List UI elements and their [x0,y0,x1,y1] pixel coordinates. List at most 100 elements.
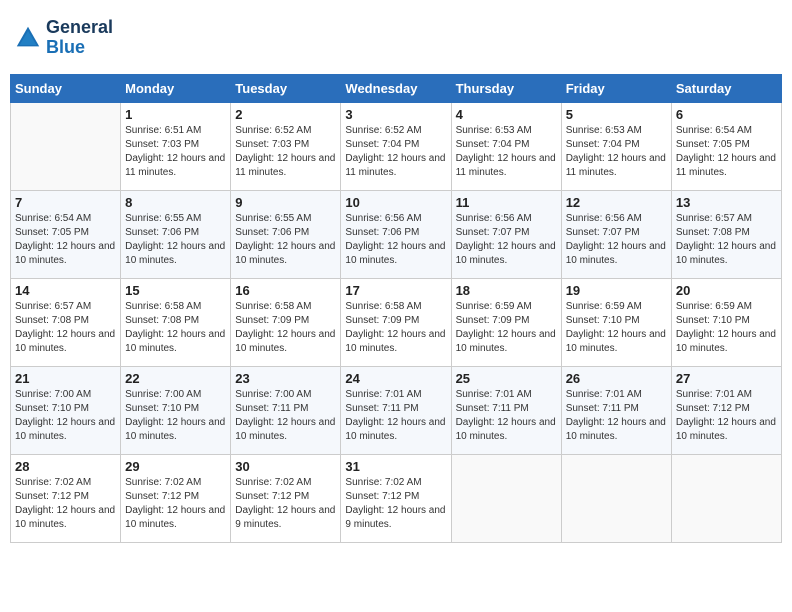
day-number: 31 [345,459,446,474]
calendar-cell: 18 Sunrise: 6:59 AM Sunset: 7:09 PM Dayl… [451,278,561,366]
calendar-cell: 26 Sunrise: 7:01 AM Sunset: 7:11 PM Dayl… [561,366,671,454]
calendar-cell: 13 Sunrise: 6:57 AM Sunset: 7:08 PM Dayl… [671,190,781,278]
calendar-week-1: 1 Sunrise: 6:51 AM Sunset: 7:03 PM Dayli… [11,102,782,190]
day-number: 27 [676,371,777,386]
calendar-cell: 1 Sunrise: 6:51 AM Sunset: 7:03 PM Dayli… [121,102,231,190]
calendar-cell: 27 Sunrise: 7:01 AM Sunset: 7:12 PM Dayl… [671,366,781,454]
calendar-cell: 22 Sunrise: 7:00 AM Sunset: 7:10 PM Dayl… [121,366,231,454]
day-info: Sunrise: 6:59 AM Sunset: 7:09 PM Dayligh… [456,300,557,356]
column-header-thursday: Thursday [451,74,561,102]
calendar-cell: 25 Sunrise: 7:01 AM Sunset: 7:11 PM Dayl… [451,366,561,454]
day-info: Sunrise: 7:01 AM Sunset: 7:11 PM Dayligh… [456,388,557,444]
day-number: 1 [125,107,226,122]
calendar-cell: 8 Sunrise: 6:55 AM Sunset: 7:06 PM Dayli… [121,190,231,278]
day-number: 14 [15,283,116,298]
day-info: Sunrise: 6:57 AM Sunset: 7:08 PM Dayligh… [15,300,116,356]
logo-text-line1: General [46,18,113,38]
logo-text-line2: Blue [46,38,113,58]
calendar-cell: 7 Sunrise: 6:54 AM Sunset: 7:05 PM Dayli… [11,190,121,278]
logo-icon [14,24,42,52]
day-number: 12 [566,195,667,210]
calendar-cell: 24 Sunrise: 7:01 AM Sunset: 7:11 PM Dayl… [341,366,451,454]
day-info: Sunrise: 6:53 AM Sunset: 7:04 PM Dayligh… [456,124,557,180]
day-info: Sunrise: 6:52 AM Sunset: 7:03 PM Dayligh… [235,124,336,180]
calendar-cell: 10 Sunrise: 6:56 AM Sunset: 7:06 PM Dayl… [341,190,451,278]
calendar-cell: 28 Sunrise: 7:02 AM Sunset: 7:12 PM Dayl… [11,454,121,542]
calendar-cell: 17 Sunrise: 6:58 AM Sunset: 7:09 PM Dayl… [341,278,451,366]
calendar-cell: 3 Sunrise: 6:52 AM Sunset: 7:04 PM Dayli… [341,102,451,190]
calendar-cell: 20 Sunrise: 6:59 AM Sunset: 7:10 PM Dayl… [671,278,781,366]
day-number: 3 [345,107,446,122]
page-header: General Blue [10,10,782,66]
day-info: Sunrise: 6:58 AM Sunset: 7:09 PM Dayligh… [345,300,446,356]
column-header-tuesday: Tuesday [231,74,341,102]
day-info: Sunrise: 7:01 AM Sunset: 7:11 PM Dayligh… [345,388,446,444]
calendar-header-row: SundayMondayTuesdayWednesdayThursdayFrid… [11,74,782,102]
day-number: 7 [15,195,116,210]
day-number: 26 [566,371,667,386]
day-number: 13 [676,195,777,210]
day-number: 19 [566,283,667,298]
day-info: Sunrise: 6:51 AM Sunset: 7:03 PM Dayligh… [125,124,226,180]
day-info: Sunrise: 7:02 AM Sunset: 7:12 PM Dayligh… [125,476,226,532]
column-header-saturday: Saturday [671,74,781,102]
day-number: 11 [456,195,557,210]
calendar-cell: 4 Sunrise: 6:53 AM Sunset: 7:04 PM Dayli… [451,102,561,190]
day-number: 20 [676,283,777,298]
day-number: 10 [345,195,446,210]
day-number: 18 [456,283,557,298]
calendar-cell: 15 Sunrise: 6:58 AM Sunset: 7:08 PM Dayl… [121,278,231,366]
calendar-cell: 21 Sunrise: 7:00 AM Sunset: 7:10 PM Dayl… [11,366,121,454]
column-header-monday: Monday [121,74,231,102]
calendar-week-3: 14 Sunrise: 6:57 AM Sunset: 7:08 PM Dayl… [11,278,782,366]
day-number: 24 [345,371,446,386]
day-number: 28 [15,459,116,474]
calendar-cell: 30 Sunrise: 7:02 AM Sunset: 7:12 PM Dayl… [231,454,341,542]
day-info: Sunrise: 6:56 AM Sunset: 7:07 PM Dayligh… [566,212,667,268]
day-info: Sunrise: 6:57 AM Sunset: 7:08 PM Dayligh… [676,212,777,268]
day-number: 17 [345,283,446,298]
day-info: Sunrise: 7:01 AM Sunset: 7:12 PM Dayligh… [676,388,777,444]
day-info: Sunrise: 6:56 AM Sunset: 7:06 PM Dayligh… [345,212,446,268]
calendar-cell: 29 Sunrise: 7:02 AM Sunset: 7:12 PM Dayl… [121,454,231,542]
calendar-cell: 9 Sunrise: 6:55 AM Sunset: 7:06 PM Dayli… [231,190,341,278]
day-number: 4 [456,107,557,122]
calendar-cell [561,454,671,542]
day-info: Sunrise: 7:02 AM Sunset: 7:12 PM Dayligh… [345,476,446,532]
calendar-cell: 19 Sunrise: 6:59 AM Sunset: 7:10 PM Dayl… [561,278,671,366]
day-info: Sunrise: 7:01 AM Sunset: 7:11 PM Dayligh… [566,388,667,444]
day-info: Sunrise: 6:59 AM Sunset: 7:10 PM Dayligh… [676,300,777,356]
calendar-cell [451,454,561,542]
logo: General Blue [14,18,113,58]
day-number: 16 [235,283,336,298]
calendar-cell: 11 Sunrise: 6:56 AM Sunset: 7:07 PM Dayl… [451,190,561,278]
day-info: Sunrise: 6:52 AM Sunset: 7:04 PM Dayligh… [345,124,446,180]
day-info: Sunrise: 7:02 AM Sunset: 7:12 PM Dayligh… [15,476,116,532]
day-info: Sunrise: 6:58 AM Sunset: 7:08 PM Dayligh… [125,300,226,356]
day-info: Sunrise: 7:00 AM Sunset: 7:10 PM Dayligh… [15,388,116,444]
calendar-cell: 12 Sunrise: 6:56 AM Sunset: 7:07 PM Dayl… [561,190,671,278]
calendar-cell [671,454,781,542]
day-info: Sunrise: 6:55 AM Sunset: 7:06 PM Dayligh… [125,212,226,268]
day-info: Sunrise: 7:02 AM Sunset: 7:12 PM Dayligh… [235,476,336,532]
day-info: Sunrise: 6:59 AM Sunset: 7:10 PM Dayligh… [566,300,667,356]
day-info: Sunrise: 6:55 AM Sunset: 7:06 PM Dayligh… [235,212,336,268]
column-header-wednesday: Wednesday [341,74,451,102]
day-info: Sunrise: 6:54 AM Sunset: 7:05 PM Dayligh… [15,212,116,268]
calendar-cell: 16 Sunrise: 6:58 AM Sunset: 7:09 PM Dayl… [231,278,341,366]
calendar-week-2: 7 Sunrise: 6:54 AM Sunset: 7:05 PM Dayli… [11,190,782,278]
day-number: 21 [15,371,116,386]
day-number: 29 [125,459,226,474]
day-info: Sunrise: 7:00 AM Sunset: 7:11 PM Dayligh… [235,388,336,444]
calendar-cell: 14 Sunrise: 6:57 AM Sunset: 7:08 PM Dayl… [11,278,121,366]
column-header-sunday: Sunday [11,74,121,102]
day-number: 9 [235,195,336,210]
calendar-cell: 31 Sunrise: 7:02 AM Sunset: 7:12 PM Dayl… [341,454,451,542]
day-info: Sunrise: 6:56 AM Sunset: 7:07 PM Dayligh… [456,212,557,268]
day-number: 30 [235,459,336,474]
day-number: 8 [125,195,226,210]
calendar-cell [11,102,121,190]
day-number: 5 [566,107,667,122]
day-info: Sunrise: 6:58 AM Sunset: 7:09 PM Dayligh… [235,300,336,356]
calendar-week-5: 28 Sunrise: 7:02 AM Sunset: 7:12 PM Dayl… [11,454,782,542]
